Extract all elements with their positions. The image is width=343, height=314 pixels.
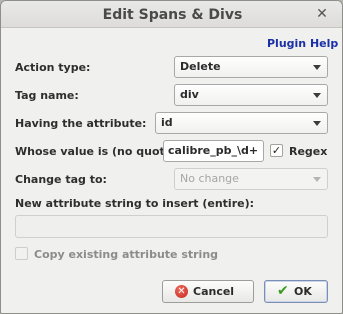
edit-spans-divs-dialog: Edit Spans & Divs ✕ Plugin Help Action t… — [0, 0, 343, 314]
tag-name-value: div — [180, 88, 199, 101]
whose-value-input[interactable]: calibre_pb_\d+ — [163, 140, 264, 162]
ok-button-label: OK — [294, 285, 312, 298]
plugin-help-link[interactable]: Plugin Help — [267, 37, 338, 50]
tag-name-select[interactable]: div — [174, 84, 328, 106]
having-attribute-label: Having the attribute: — [15, 117, 147, 130]
chevron-down-icon — [313, 93, 321, 98]
ok-button[interactable]: ✔ OK — [264, 280, 328, 303]
having-attribute-value: id — [161, 116, 173, 129]
chevron-down-icon — [313, 177, 321, 182]
regex-checkbox[interactable]: ✓ — [270, 144, 283, 157]
copy-existing-label: Copy existing attribute string — [34, 248, 219, 261]
checkmark-icon: ✔ — [277, 283, 289, 299]
chevron-down-icon — [313, 65, 321, 70]
new-attribute-label: New attribute string to insert (entire): — [15, 197, 255, 210]
action-type-label: Action type: — [15, 61, 91, 74]
cancel-button-label: Cancel — [193, 285, 235, 298]
chevron-down-icon — [313, 121, 321, 126]
window-title: Edit Spans & Divs — [102, 7, 243, 23]
having-attribute-select[interactable]: id — [155, 112, 328, 134]
new-attribute-input — [15, 215, 328, 238]
close-icon[interactable]: ✕ — [314, 5, 330, 23]
action-type-select[interactable]: Delete — [174, 56, 328, 78]
copy-existing-checkbox — [15, 247, 28, 260]
change-tag-value: No change — [180, 172, 239, 185]
cancel-icon: ✕ — [175, 285, 188, 298]
action-type-value: Delete — [180, 60, 221, 73]
cancel-button[interactable]: ✕ Cancel — [162, 280, 254, 303]
regex-label: Regex — [289, 145, 328, 158]
whose-value-text: calibre_pb_\d+ — [168, 144, 259, 157]
tag-name-label: Tag name: — [15, 89, 79, 102]
title-bar[interactable]: Edit Spans & Divs ✕ — [1, 1, 342, 28]
change-tag-label: Change tag to: — [15, 173, 107, 186]
change-tag-select: No change — [174, 168, 328, 190]
